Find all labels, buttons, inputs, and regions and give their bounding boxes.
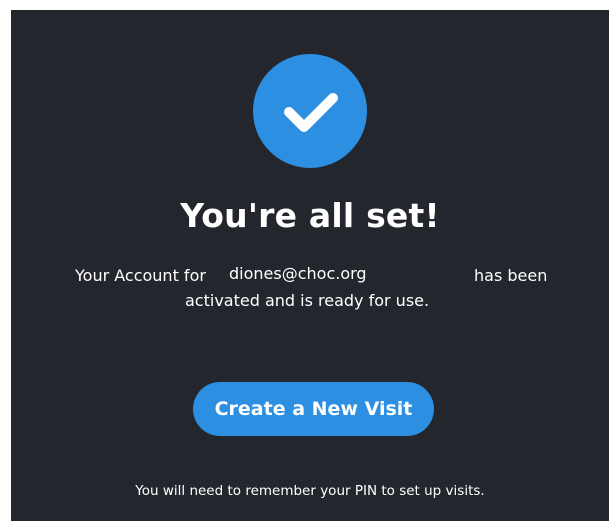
- create-new-visit-label: Create a New Visit: [214, 398, 413, 420]
- account-email: diones@choc.org: [229, 264, 367, 283]
- message-line-2: activated and is ready for use.: [185, 291, 430, 310]
- create-new-visit-button[interactable]: Create a New Visit: [193, 382, 434, 436]
- message-suffix: has been: [474, 266, 548, 285]
- success-badge: [253, 54, 367, 168]
- checkmark-icon: [284, 93, 338, 132]
- message-prefix: Your Account for: [75, 266, 206, 285]
- confirmation-panel: You're all set! Your Account for diones@…: [11, 10, 609, 521]
- pin-reminder-note: You will need to remember your PIN to se…: [135, 483, 485, 499]
- page-title: You're all set!: [180, 196, 440, 235]
